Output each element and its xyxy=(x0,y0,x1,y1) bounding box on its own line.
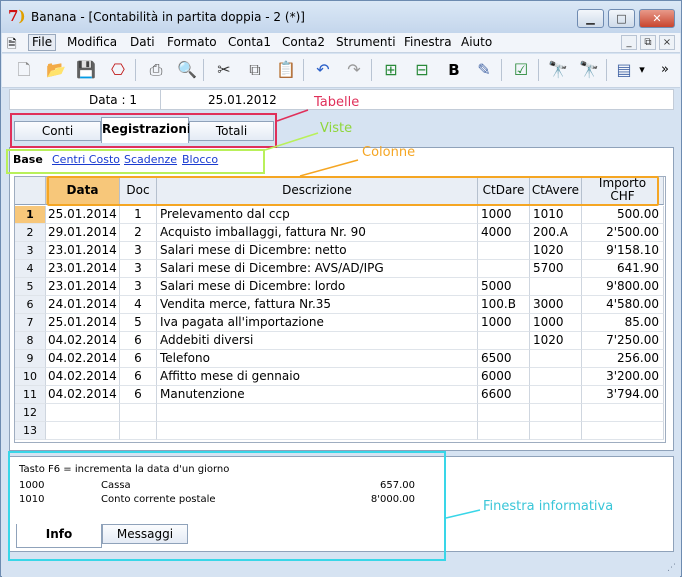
info-window-highlight xyxy=(8,451,446,561)
views-highlight xyxy=(6,149,265,174)
annotation-viste: Viste xyxy=(320,121,353,136)
columns-highlight xyxy=(47,176,659,206)
annotation-tabelle: Tabelle xyxy=(314,95,360,110)
annotation-colonne: Colonne xyxy=(362,145,416,160)
annotation-finestra-informativa: Finestra informativa xyxy=(483,499,614,514)
